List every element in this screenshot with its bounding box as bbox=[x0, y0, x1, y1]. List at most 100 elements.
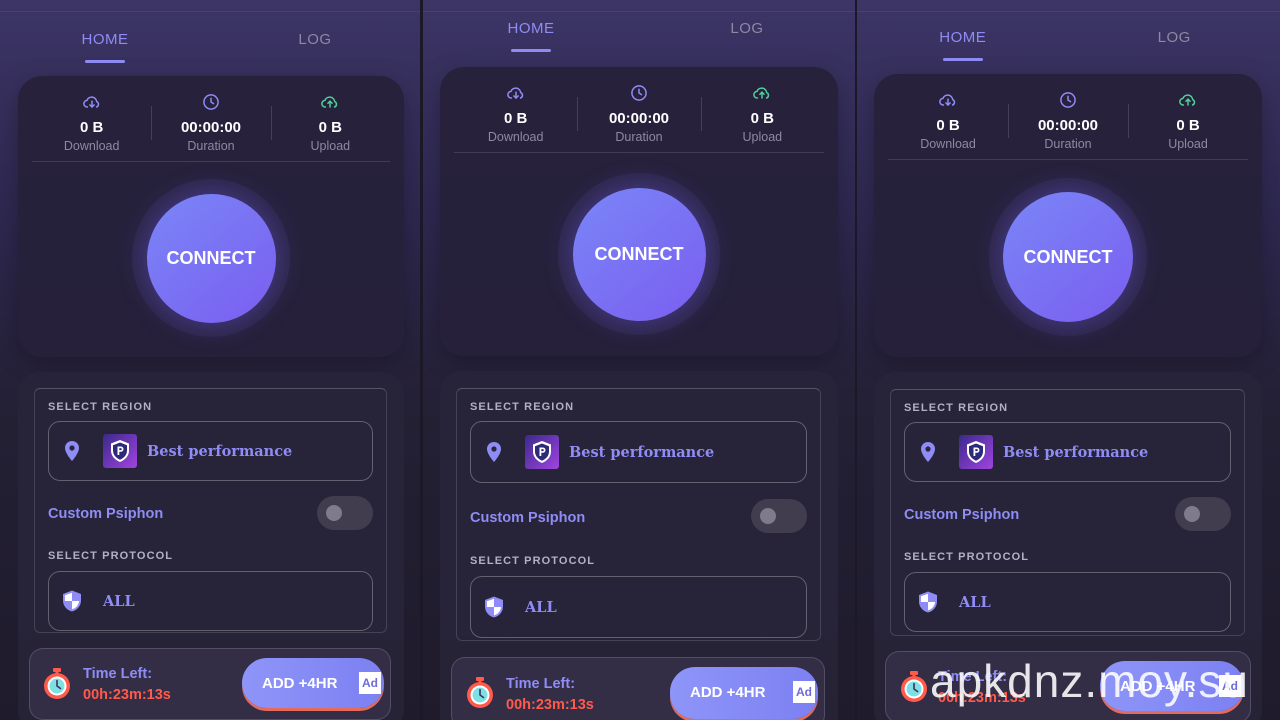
download-value: 0 B bbox=[79, 119, 104, 136]
stats-connect-card: 0 B Download 00:00:00 Duration 0 B Uploa… bbox=[18, 76, 404, 357]
tab-log[interactable]: LOG bbox=[210, 31, 420, 48]
upload-stat: 0 B Upload bbox=[1128, 88, 1248, 159]
connect-button[interactable]: CONNECT bbox=[572, 187, 706, 321]
custom-psiphon-toggle[interactable] bbox=[317, 496, 373, 530]
tab-home[interactable]: HOME bbox=[857, 29, 1069, 46]
clock-icon bbox=[203, 94, 219, 110]
protocol-select[interactable]: ALL bbox=[470, 576, 807, 638]
select-protocol-label: SELECT PROTOCOL bbox=[470, 555, 596, 567]
download-value: 0 B bbox=[503, 110, 528, 127]
psiphon-shield-logo bbox=[959, 435, 993, 469]
download-stat: 0 B Download bbox=[32, 90, 151, 161]
duration-label: Duration bbox=[187, 139, 235, 153]
duration-stat: 00:00:00 Duration bbox=[151, 90, 270, 161]
connect-button[interactable]: CONNECT bbox=[1003, 192, 1133, 322]
region-value: Best performance bbox=[147, 442, 293, 460]
custom-psiphon-label: Custom Psiphon bbox=[48, 506, 164, 522]
location-pin-icon bbox=[921, 442, 935, 462]
stats-row: 0 B Download 00:00:00 Duration 0 B Uploa… bbox=[454, 81, 824, 153]
cloud-upload-icon bbox=[1179, 94, 1196, 106]
custom-psiphon-toggle[interactable] bbox=[1175, 497, 1231, 531]
ad-badge: Ad bbox=[793, 681, 815, 703]
tab-home[interactable]: HOME bbox=[423, 20, 639, 37]
cloud-upload-icon bbox=[321, 96, 338, 108]
protocol-value: ALL bbox=[525, 598, 557, 616]
add-4hr-button[interactable]: ADD +4HR Ad bbox=[242, 658, 384, 708]
shield-icon bbox=[919, 591, 937, 613]
time-left-card: Time Left: 00h:23m:13s ADD +4HR Ad bbox=[29, 648, 391, 720]
upload-label: Upload bbox=[742, 130, 783, 144]
screen-panel-1: HOME LOG 0 B Download 00:00:00 Duration … bbox=[0, 0, 420, 720]
clock-icon bbox=[1060, 92, 1076, 108]
region-value: Best performance bbox=[1003, 443, 1149, 461]
location-pin-icon bbox=[487, 442, 501, 462]
download-label: Download bbox=[487, 130, 544, 144]
connect-glow: CONNECT bbox=[132, 179, 290, 337]
connect-glow: CONNECT bbox=[989, 178, 1147, 336]
custom-psiphon-label: Custom Psiphon bbox=[470, 510, 586, 526]
psiphon-shield-logo bbox=[103, 434, 137, 468]
screen-panel-2: HOME LOG 0 B Download 00:00:00 Duration … bbox=[423, 0, 855, 720]
time-left-label: Time Left: bbox=[83, 666, 153, 682]
duration-value: 00:00:00 bbox=[1037, 117, 1099, 134]
time-left-card: Time Left: 00h:23m:13s ADD +4HR Ad bbox=[451, 657, 825, 720]
select-region-label: SELECT REGION bbox=[470, 401, 575, 413]
cloud-download-icon bbox=[82, 96, 99, 108]
upload-stat: 0 B Upload bbox=[700, 81, 824, 152]
select-protocol-label: SELECT PROTOCOL bbox=[48, 550, 174, 562]
custom-psiphon-toggle[interactable] bbox=[751, 499, 807, 533]
clock-icon bbox=[631, 85, 647, 101]
region-select[interactable]: Best performance bbox=[470, 421, 807, 483]
upload-label: Upload bbox=[310, 139, 351, 153]
time-left-label: Time Left: bbox=[506, 676, 576, 692]
region-select[interactable]: Best performance bbox=[904, 422, 1231, 482]
stopwatch-icon bbox=[901, 671, 927, 702]
upload-label: Upload bbox=[1168, 137, 1208, 151]
add-4hr-button[interactable]: ADD +4HR Ad bbox=[670, 667, 818, 719]
tab-home[interactable]: HOME bbox=[0, 31, 210, 48]
cloud-download-icon bbox=[939, 94, 956, 106]
download-label: Download bbox=[63, 139, 120, 153]
time-left-value: 00h:23m:13s bbox=[506, 697, 594, 713]
stopwatch-icon bbox=[44, 668, 70, 699]
location-pin-icon bbox=[65, 441, 79, 461]
settings-box: SELECT REGION Best performance Custom Ps… bbox=[456, 388, 821, 641]
protocol-select[interactable]: ALL bbox=[48, 571, 373, 631]
protocol-select[interactable]: ALL bbox=[904, 572, 1231, 632]
upload-stat: 0 B Upload bbox=[270, 90, 390, 161]
top-tabs: HOME LOG bbox=[0, 31, 420, 48]
tab-log[interactable]: LOG bbox=[639, 20, 855, 37]
settings-box: SELECT REGION Best performance Custom Ps… bbox=[34, 388, 387, 633]
ad-badge: Ad bbox=[359, 672, 381, 694]
psiphon-shield-logo bbox=[525, 435, 559, 469]
stats-connect-card: 0 B Download 00:00:00 Duration 0 B Uploa… bbox=[440, 67, 838, 356]
protocol-value: ALL bbox=[959, 593, 991, 611]
time-left-value: 00h:23m:13s bbox=[83, 687, 171, 703]
duration-stat: 00:00:00 Duration bbox=[1008, 88, 1128, 159]
download-stat: 0 B Download bbox=[888, 88, 1008, 159]
shield-icon bbox=[485, 596, 503, 618]
upload-value: 0 B bbox=[1176, 117, 1200, 134]
region-value: Best performance bbox=[569, 443, 715, 461]
select-protocol-label: SELECT PROTOCOL bbox=[904, 551, 1030, 563]
settings-box: SELECT REGION Best performance Custom Ps… bbox=[890, 389, 1245, 636]
upload-value: 0 B bbox=[750, 110, 774, 127]
cloud-upload-icon bbox=[753, 87, 770, 99]
watermark-text: apkdnz.moy.su bbox=[930, 655, 1249, 707]
duration-label: Duration bbox=[1044, 137, 1092, 151]
cloud-download-icon bbox=[506, 87, 523, 99]
stopwatch-icon bbox=[467, 677, 493, 708]
top-tabs: HOME LOG bbox=[423, 20, 855, 37]
protocol-value: ALL bbox=[103, 592, 135, 610]
tab-log[interactable]: LOG bbox=[1069, 29, 1280, 46]
screen-panel-3: HOME LOG 0 B Download 00:00:00 Duration … bbox=[857, 0, 1280, 720]
select-region-label: SELECT REGION bbox=[48, 401, 153, 413]
download-value: 0 B bbox=[936, 117, 960, 134]
region-select[interactable]: Best performance bbox=[48, 421, 373, 481]
duration-stat: 00:00:00 Duration bbox=[577, 81, 700, 152]
shield-icon bbox=[63, 590, 81, 612]
download-label: Download bbox=[920, 137, 976, 151]
connect-button[interactable]: CONNECT bbox=[146, 193, 276, 323]
top-tabs: HOME LOG bbox=[857, 29, 1280, 46]
download-stat: 0 B Download bbox=[454, 81, 577, 152]
